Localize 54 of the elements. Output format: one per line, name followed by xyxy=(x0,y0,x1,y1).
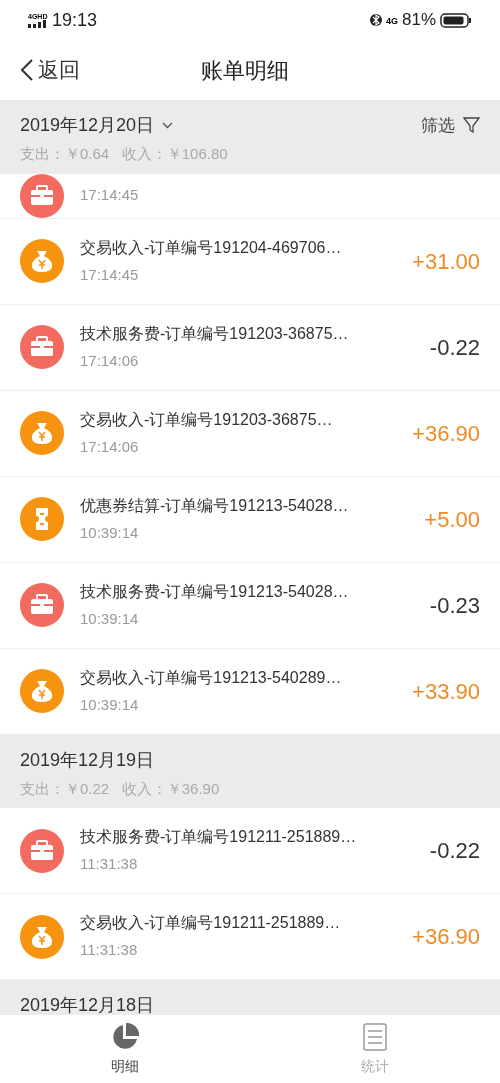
transaction-time: 11:31:38 xyxy=(80,940,139,961)
ticket-icon xyxy=(20,497,64,541)
transaction-time: 10:39:14 xyxy=(80,694,140,715)
transaction-amount: -0.22 xyxy=(429,837,480,865)
transaction-amount: -0.22 xyxy=(429,333,480,362)
transaction-time: 10:39:14 xyxy=(80,522,140,543)
transaction-title: 交易收入-订单编号191203-36875… xyxy=(80,409,334,430)
signal-icon xyxy=(28,19,48,28)
filter-button[interactable]: 筛选 xyxy=(421,112,480,139)
transaction-title: 技术服务费-订单编号191211-251889… xyxy=(80,827,358,848)
toolbox-icon xyxy=(20,325,64,369)
transaction-time: 17:14:06 xyxy=(80,350,140,371)
money-bag-icon xyxy=(20,914,64,959)
transaction-time: 17:14:06 xyxy=(80,436,140,457)
clock-time: 19:13 xyxy=(52,8,98,32)
transaction-title: 技术服务费-订单编号191213-54028… xyxy=(80,581,350,602)
toolbox-icon xyxy=(20,583,64,627)
battery-percent: 81% xyxy=(401,9,436,32)
group-date: 2019年12月19日 xyxy=(20,748,155,772)
bluetooth-icon xyxy=(369,12,382,28)
transaction-amount: -0.23 xyxy=(429,591,480,620)
group-summary: 支出：￥0.64 收入：￥106.80 xyxy=(20,144,229,164)
transaction-title: 交易收入-订单编号191211-251889… xyxy=(80,913,342,934)
money-bag-icon xyxy=(20,411,64,455)
toolbox-icon xyxy=(20,173,64,218)
battery-icon xyxy=(440,12,472,28)
transaction-amount: +5.00 xyxy=(424,505,480,534)
list-document-icon xyxy=(362,1021,388,1052)
toolbox-icon xyxy=(20,828,64,873)
filter-icon xyxy=(463,117,480,134)
pie-chart-icon xyxy=(110,1021,140,1052)
group-summary: 支出：￥0.22 收入：￥36.90 xyxy=(20,778,221,799)
group-date: 2019年12月20日 xyxy=(20,114,155,137)
transaction-time: 11:31:38 xyxy=(80,854,139,875)
bottom-tab[interactable]: 明细 xyxy=(0,1015,250,1083)
transaction-amount: +33.90 xyxy=(412,677,480,706)
transaction-time: 17:14:45 xyxy=(80,185,140,206)
transaction-amount: +36.90 xyxy=(412,923,480,951)
transaction-amount: +31.00 xyxy=(412,247,480,276)
money-bag-icon xyxy=(20,669,64,713)
transaction-title: 交易收入-订单编号191204-469706… xyxy=(80,237,343,258)
transaction-title: 技术服务费-订单编号191203-36875… xyxy=(80,323,350,344)
chevron-down-icon[interactable] xyxy=(162,122,174,129)
page-title: 账单明细 xyxy=(200,56,290,85)
transaction-amount: +36.90 xyxy=(412,419,480,448)
back-button[interactable]: 返回 xyxy=(20,54,80,86)
transaction-time: 10:39:14 xyxy=(80,608,140,629)
mobile-data-label: 4G xyxy=(385,15,398,29)
transaction-title: 优惠券结算-订单编号191213-54028… xyxy=(80,495,350,516)
money-bag-icon xyxy=(20,239,64,283)
group-date: 2019年12月18日 xyxy=(20,994,155,1015)
transaction-time: 17:14:45 xyxy=(80,264,140,285)
chevron-left-icon xyxy=(20,58,34,82)
transaction-title: 交易收入-订单编号191213-540289… xyxy=(80,667,343,688)
